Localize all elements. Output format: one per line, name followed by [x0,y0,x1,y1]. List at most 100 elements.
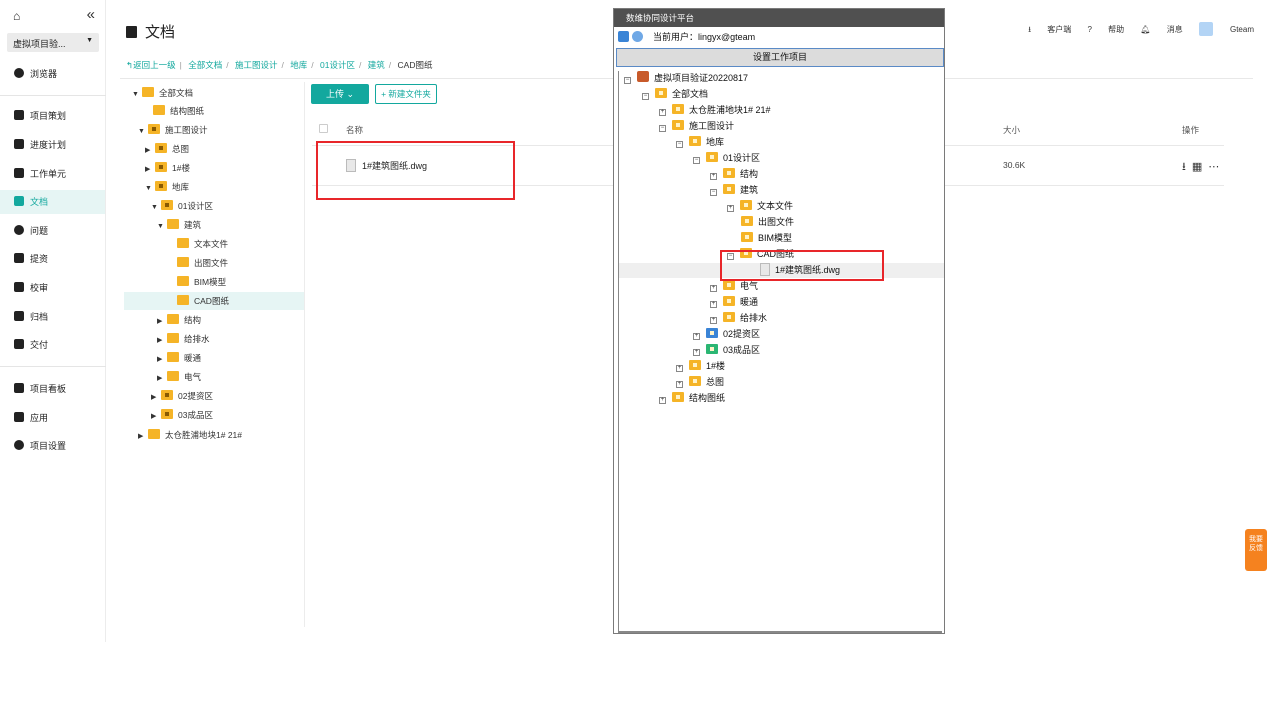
client-tree-node[interactable]: − 虚拟项目验证20220817 [624,71,748,86]
client-tree-node[interactable]: − 地库 [676,135,724,150]
client-tree-node[interactable]: + 结构图纸 [659,391,725,406]
client-tree-node[interactable]: BIM模型 [741,231,792,246]
sidebar-item-browser[interactable]: 浏览器 [0,62,105,86]
tree-node[interactable]: ▼ 全部文档 [124,84,304,102]
tree-node[interactable]: ▼ 01设计区 [124,197,304,215]
expand-icon[interactable]: + [659,109,666,116]
sidebar-item-review[interactable]: 校审 [0,276,105,300]
caret-right-icon[interactable]: ▶ [157,332,167,350]
caret-down-icon[interactable]: ▼ [157,218,167,236]
tree-node[interactable]: ▶ 03成品区 [124,406,304,424]
tree-node-selected[interactable]: CAD图纸 [124,292,304,310]
collapse-icon[interactable]: − [624,77,631,84]
tree-node[interactable]: 文本文件 [124,235,304,253]
collapse-icon[interactable]: − [676,141,683,148]
client-tree-node[interactable]: +02提资区 [693,327,760,342]
sidebar-item-work-unit[interactable]: 工作单元 [0,162,105,186]
expand-icon[interactable]: + [676,381,683,388]
client-tree-node[interactable]: + 太仓胜浦地块1# 21# [659,103,771,118]
client-tree-node[interactable]: + 暖通 [710,295,758,310]
caret-down-icon[interactable]: ▼ [145,180,155,198]
tree-node[interactable]: 出图文件 [124,254,304,272]
tree-node[interactable]: ▼ 地库 [124,178,304,196]
set-work-project-button[interactable]: 设置工作项目 [616,48,944,67]
client-title-bar[interactable]: 数维协同设计平台 [614,9,944,27]
column-header-name[interactable]: 名称 [346,124,363,136]
caret-down-icon[interactable]: ▼ [151,199,161,217]
home-icon[interactable]: ⌂ [13,9,20,23]
breadcrumb-item[interactable]: 01设计区 [320,60,355,70]
caret-right-icon[interactable]: ▶ [151,408,161,426]
caret-right-icon[interactable]: ▶ [157,351,167,369]
caret-down-icon[interactable]: ▼ [138,123,148,141]
column-header-size[interactable]: 大小 [1003,124,1020,136]
sidebar-item-issues[interactable]: 问题 [0,219,105,243]
client-tree-node[interactable]: − 建筑 [710,183,758,198]
upload-button[interactable]: 上传 ⌄ [311,84,369,104]
sidebar-item-archive[interactable]: 归档 [0,305,105,329]
tree-node[interactable]: ▼ 施工图设计 [124,121,304,139]
client-tree-node[interactable]: −01设计区 [693,151,760,166]
sidebar-item-submissions[interactable]: 提资 [0,247,105,271]
sidebar-item-settings[interactable]: 项目设置 [0,434,105,458]
tree-node[interactable]: ▶ 给排水 [124,330,304,348]
tree-node[interactable]: 结构图纸 [124,102,304,120]
tree-node[interactable]: ▶ 总图 [124,140,304,158]
sidebar-item-apps[interactable]: 应用 [0,406,105,430]
tree-node[interactable]: ▶ 结构 [124,311,304,329]
expand-icon[interactable]: + [710,317,717,324]
sidebar-item-delivery[interactable]: 交付 [0,333,105,357]
tree-node[interactable]: BIM模型 [124,273,304,291]
breadcrumb-item[interactable]: 地库 [290,60,307,70]
tree-node[interactable]: ▶ 电气 [124,368,304,386]
caret-right-icon[interactable]: ▶ [145,142,155,160]
expand-icon[interactable]: + [710,285,717,292]
client-download-link[interactable]: ⭳ 客户端 [1028,25,1071,34]
client-tree-node[interactable]: − 全部文档 [642,87,708,102]
expand-icon[interactable]: + [693,349,700,356]
collapse-sidebar-icon[interactable]: « [87,6,95,23]
collapse-icon[interactable]: − [710,189,717,196]
sidebar-item-planning[interactable]: 项目策划 [0,104,105,128]
download-icon[interactable]: ⭳ [1182,161,1186,173]
client-tree-node[interactable]: − 施工图设计 [659,119,734,134]
collapse-icon[interactable]: − [642,93,649,100]
expand-icon[interactable]: + [659,397,666,404]
sidebar-item-dashboard[interactable]: 项目看板 [0,377,105,401]
sidebar-item-schedule[interactable]: 进度计划 [0,133,105,157]
help-link[interactable]: ? 帮助 [1087,25,1124,34]
expand-icon[interactable]: + [693,333,700,340]
breadcrumb-item[interactable]: 全部文档 [188,60,222,70]
breadcrumb-item[interactable]: 施工图设计 [235,60,278,70]
tree-node[interactable]: ▶ 02提资区 [124,387,304,405]
expand-icon[interactable]: + [710,173,717,180]
expand-icon[interactable]: + [676,365,683,372]
refresh-icon[interactable] [632,31,643,42]
client-tree-node[interactable]: +1#楼 [676,359,725,374]
expand-icon[interactable]: + [727,205,734,212]
client-tree-node[interactable]: + 总图 [676,375,724,390]
breadcrumb-item[interactable]: 建筑 [368,60,385,70]
tree-node[interactable]: ▶ 1#楼 [124,159,304,177]
client-tree-node[interactable]: +03成品区 [693,343,760,358]
collapse-icon[interactable]: − [693,157,700,164]
user-menu[interactable]: Gteam [1198,22,1254,36]
caret-right-icon[interactable]: ▶ [138,428,148,446]
tree-node[interactable]: ▼ 建筑 [124,216,304,234]
sidebar-item-documents[interactable]: 文档 [0,190,105,214]
user-icon[interactable] [618,31,629,42]
select-all-checkbox[interactable] [319,124,328,133]
client-tree-node[interactable]: 出图文件 [741,215,794,230]
caret-right-icon[interactable]: ▶ [157,370,167,388]
caret-right-icon[interactable]: ▶ [151,389,161,407]
collapse-icon[interactable]: − [659,125,666,132]
new-folder-button[interactable]: + 新建文件夹 [375,84,437,104]
client-tree-node[interactable]: + 结构 [710,167,758,182]
back-link[interactable]: ↰返回上一级 [126,60,176,70]
client-tree-node[interactable]: + 文本文件 [727,199,793,214]
caret-right-icon[interactable]: ▶ [145,161,155,179]
client-tree-node[interactable]: + 给排水 [710,311,767,326]
preview-icon[interactable]: ▦ [1192,161,1202,173]
tree-node[interactable]: ▶ 暖通 [124,349,304,367]
expand-icon[interactable]: + [710,301,717,308]
